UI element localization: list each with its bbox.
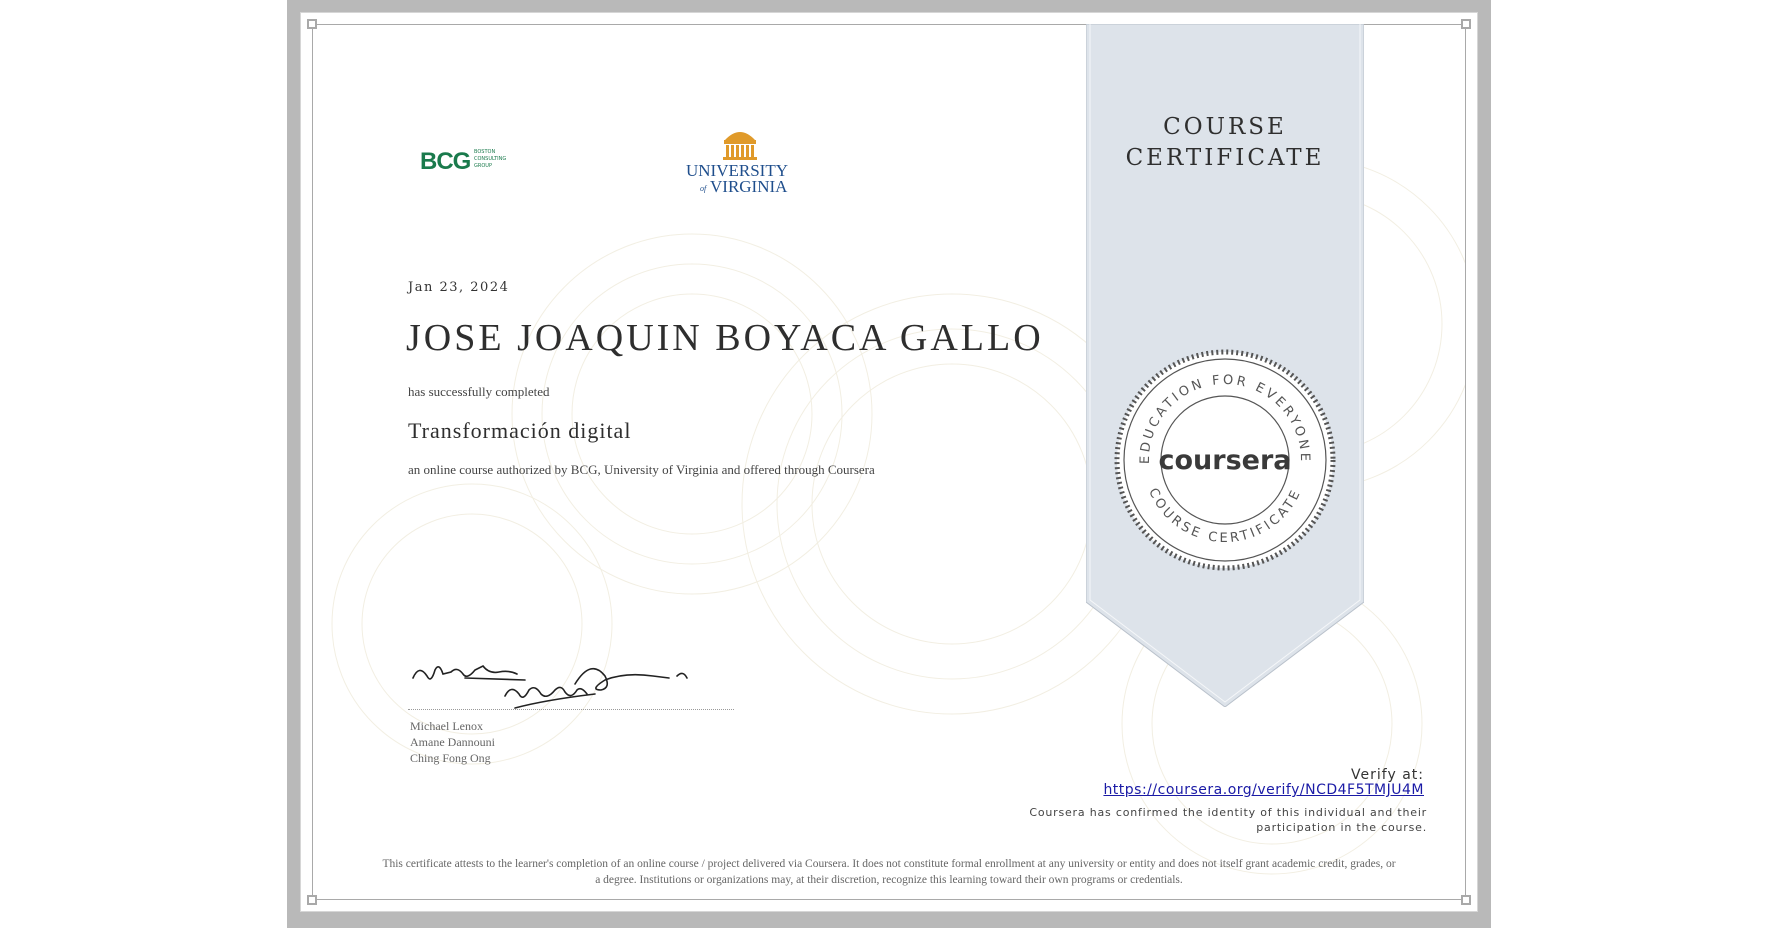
recipient-name: JOSE JOAQUIN BOYACA GALLO xyxy=(406,317,1044,359)
ribbon-title: COURSE CERTIFICATE xyxy=(1086,112,1364,174)
corner-ornament xyxy=(307,895,317,905)
signer-name: Michael Lenox xyxy=(410,719,483,733)
signer-name: Ching Fong Ong xyxy=(410,751,491,765)
identity-line: participation in the course. xyxy=(1256,821,1427,834)
ribbon-title-line-2: CERTIFICATE xyxy=(1125,145,1325,171)
coursera-seal: EDUCATION FOR EVERYONE COURSE CERTIFICAT… xyxy=(1114,349,1336,571)
completion-date: Jan 23, 2024 xyxy=(408,280,510,295)
bcg-mark: BCG xyxy=(420,148,471,175)
signature-line xyxy=(408,709,734,710)
signatures-image xyxy=(412,664,688,709)
certificate-disclaimer: This certificate attests to the learner'… xyxy=(330,856,1448,888)
bcg-line: BOSTON xyxy=(474,149,495,155)
disclaimer-line: This certificate attests to the learner'… xyxy=(382,858,1396,870)
signer-name: Amane Dannouni xyxy=(410,735,495,749)
verify-label: Verify at: xyxy=(1351,767,1424,783)
uva-line-2: VIRGINIA xyxy=(710,177,788,196)
ribbon-title-line-1: COURSE xyxy=(1163,114,1287,140)
corner-ornament xyxy=(307,19,317,29)
bcg-logo: BCG BOSTON CONSULTING GROUP xyxy=(420,148,506,175)
course-title: Transformación digital xyxy=(408,418,632,443)
identity-statement: Coursera has confirmed the identity of t… xyxy=(1007,805,1427,835)
uva-of: of xyxy=(700,184,708,193)
bcg-line: CONSULTING xyxy=(474,156,506,162)
bcg-line: GROUP xyxy=(474,163,492,169)
completed-text: has successfully completed xyxy=(408,384,550,399)
identity-line: Coursera has confirmed the identity of t… xyxy=(1029,806,1427,819)
authorization-text: an online course authorized by BCG, Univ… xyxy=(408,462,875,477)
university-of-virginia-logo: UNIVERSITY of VIRGINIA xyxy=(686,132,788,196)
disclaimer-line: a degree. Institutions or organizations … xyxy=(595,874,1183,886)
verify-link[interactable]: https://coursera.org/verify/NCD4F5TMJU4M xyxy=(1103,782,1424,798)
coursera-logo: coursera xyxy=(1158,445,1291,476)
corner-ornament xyxy=(1461,19,1471,29)
rotunda-icon xyxy=(723,132,757,160)
corner-ornament xyxy=(1461,895,1471,905)
